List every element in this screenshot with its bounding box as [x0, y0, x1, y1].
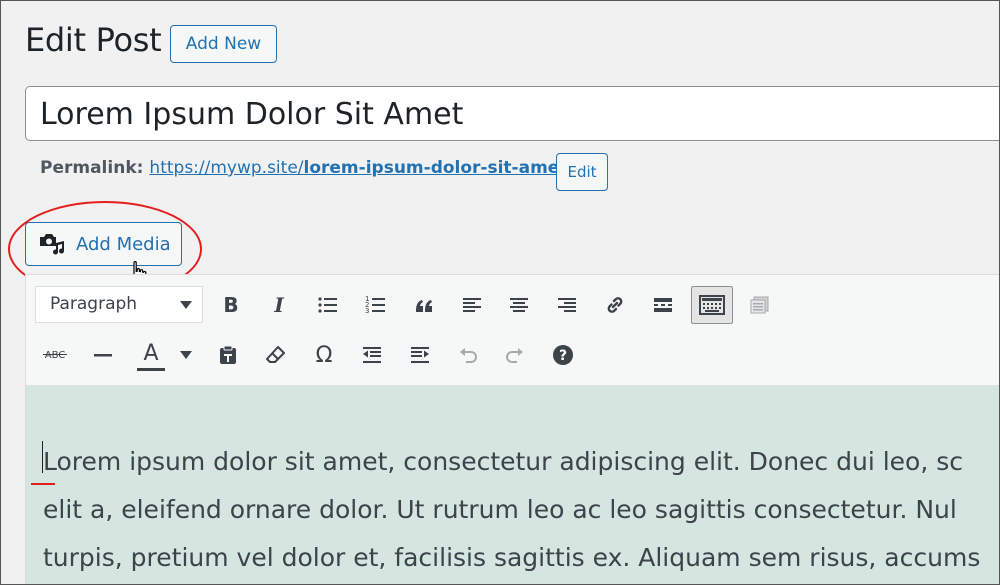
text-color-dropdown-icon[interactable] — [174, 337, 198, 373]
permalink-slug[interactable]: lorem-ipsum-dolor-sit-amet — [304, 158, 568, 178]
italic-icon[interactable]: I — [261, 287, 297, 323]
permalink-row: Permalink: https://mywp.site/lorem-ipsum… — [40, 158, 573, 178]
redo-icon[interactable] — [497, 337, 533, 373]
clear-formatting-icon[interactable] — [258, 337, 294, 373]
undo-icon[interactable] — [450, 337, 486, 373]
text-caret — [42, 441, 43, 473]
media-icon — [40, 234, 65, 255]
chevron-down-icon — [180, 301, 192, 309]
paste-text-icon[interactable] — [210, 337, 246, 373]
align-left-icon[interactable] — [454, 287, 490, 323]
toolbar-toggle-icon[interactable] — [691, 286, 733, 324]
outdent-icon[interactable] — [354, 337, 390, 373]
post-title-input[interactable]: Lorem Ipsum Dolor Sit Amet — [25, 86, 999, 141]
help-icon[interactable]: ? — [545, 337, 581, 373]
add-media-label: Add Media — [76, 233, 171, 255]
spellcheck-underline — [31, 483, 55, 485]
bullet-list-icon[interactable] — [310, 287, 346, 323]
svg-text:?: ? — [559, 348, 567, 364]
bold-icon[interactable]: B — [213, 287, 249, 323]
align-center-icon[interactable] — [501, 287, 537, 323]
add-new-button[interactable]: Add New — [170, 25, 277, 63]
content-line-3: turpis, pretium vel dolor et, facilisis … — [43, 543, 981, 572]
permalink-link[interactable]: https://mywp.site/lorem-ipsum-dolor-sit-… — [149, 158, 573, 178]
svg-text:3: 3 — [365, 307, 369, 315]
editor-toolbar: Paragraph B I 123 ABC A Ω ? — [26, 275, 999, 386]
insert-image-icon[interactable] — [742, 287, 778, 323]
strikethrough-icon[interactable]: ABC — [37, 337, 73, 373]
horizontal-line-icon[interactable] — [85, 337, 121, 373]
format-select[interactable]: Paragraph — [35, 286, 203, 323]
align-right-icon[interactable] — [549, 287, 585, 323]
indent-icon[interactable] — [402, 337, 438, 373]
content-line-2: elit a, eleifend ornare dolor. Ut rutrum… — [43, 495, 957, 524]
text-color-icon[interactable]: A — [133, 337, 169, 373]
blockquote-icon[interactable] — [406, 287, 442, 323]
special-character-icon[interactable]: Ω — [306, 337, 342, 373]
classic-editor: Paragraph B I 123 ABC A Ω ? Lorem ipsum … — [25, 274, 999, 584]
content-line-1: Lorem ipsum dolor sit amet, consectetur … — [43, 447, 964, 476]
edit-permalink-button[interactable]: Edit — [556, 153, 608, 191]
screenshot-frame: Edit Post Add New Lorem Ipsum Dolor Sit … — [0, 0, 1000, 585]
read-more-icon[interactable] — [645, 287, 681, 323]
add-media-button[interactable]: Add Media — [25, 222, 182, 266]
numbered-list-icon[interactable]: 123 — [358, 287, 394, 323]
editor-content[interactable]: Lorem ipsum dolor sit amet, consectetur … — [26, 386, 999, 584]
link-icon[interactable] — [597, 287, 633, 323]
permalink-label: Permalink: — [40, 158, 144, 178]
page-title: Edit Post — [25, 21, 162, 59]
